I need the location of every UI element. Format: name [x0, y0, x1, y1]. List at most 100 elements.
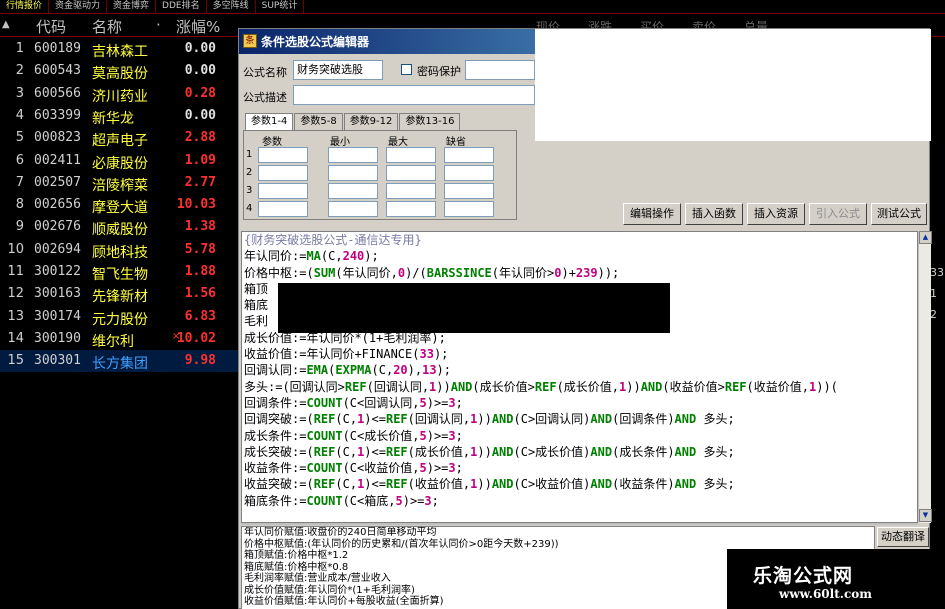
- stock-row[interactable]: 1 600189 吉林森工 0.00: [0, 38, 240, 60]
- watermark-title: 乐淘公式网: [753, 565, 854, 587]
- code-token: AND: [590, 477, 613, 492]
- code-line: 回调条件:=COUNT(C<回调认同,5)>=3;: [242, 395, 917, 411]
- param-name-input[interactable]: [258, 183, 308, 199]
- code-token: AND: [450, 379, 473, 394]
- param-min-input[interactable]: [328, 183, 378, 199]
- scroll-up-icon[interactable]: ▲: [919, 231, 932, 244]
- stock-row[interactable]: 10 002694 顾地科技 5.78: [0, 239, 240, 261]
- stock-row[interactable]: 15 300301 长方集团 9.98: [0, 350, 240, 373]
- stock-row[interactable]: 4 603399 新华龙 0.00: [0, 105, 240, 127]
- code-token: )<=: [364, 477, 386, 492]
- formula-name-input[interactable]: 财务突破选股: [293, 60, 383, 80]
- code-token: )/(: [405, 265, 427, 280]
- tab-long-short[interactable]: 多空阵线: [207, 0, 256, 13]
- stock-row[interactable]: 7 002507 涪陵榨菜 2.77: [0, 172, 240, 194]
- site-watermark: 乐淘公式网 www.60lt.com: [727, 549, 945, 609]
- stock-row[interactable]: 5 000823 超声电子 2.88: [0, 127, 240, 149]
- param-max-input[interactable]: [386, 147, 436, 163]
- code-token: SUM: [313, 265, 336, 280]
- window-titlebar[interactable]: 条 条件选股公式编辑器: [239, 29, 535, 54]
- header-change-pct[interactable]: 涨幅%: [176, 16, 220, 37]
- code-token: )): [477, 444, 492, 459]
- stock-row[interactable]: 8 002656 摩登大道 10.03: [0, 194, 240, 216]
- stock-code: 000823: [34, 130, 81, 146]
- window-overflow-area: [535, 29, 931, 141]
- code-token: REF: [313, 412, 336, 427]
- scroll-down-icon[interactable]: ▼: [919, 509, 932, 522]
- code-token: ;: [455, 395, 463, 410]
- param-min-input[interactable]: [328, 201, 378, 217]
- stock-row[interactable]: 12 300163 先锋新材 1.56: [0, 283, 240, 305]
- param-row-num: 4: [246, 203, 253, 214]
- window-title: 条件选股公式编辑器: [261, 35, 370, 49]
- code-token: )>=: [426, 461, 449, 476]
- tab-params-1-4[interactable]: 参数1-4: [245, 113, 294, 130]
- stock-name: 莫高股份: [92, 66, 148, 83]
- dynamic-translate-button[interactable]: 动态翻译: [877, 527, 929, 547]
- stock-code: 002411: [34, 152, 81, 168]
- param-default-input[interactable]: [444, 147, 494, 163]
- code-token: AND: [674, 412, 697, 427]
- tab-params-5-8[interactable]: 参数5-8: [294, 113, 343, 130]
- param-default-input[interactable]: [444, 201, 494, 217]
- stock-name: 先锋新材: [92, 289, 148, 306]
- sort-arrow-icon[interactable]: ▲: [2, 19, 10, 30]
- password-input[interactable]: [465, 60, 535, 80]
- param-default-input[interactable]: [444, 183, 494, 199]
- code-token: (C<回调认同,: [342, 395, 420, 410]
- header-code[interactable]: 代码: [36, 16, 66, 37]
- stock-row[interactable]: 13 300174 元力股份 6.83: [0, 306, 240, 328]
- param-name-input[interactable]: [258, 201, 308, 217]
- stock-change-pct: 1.56: [184, 286, 216, 302]
- insert-resource-button[interactable]: 插入资源: [747, 203, 805, 225]
- tab-fund-game[interactable]: 资金博弈: [107, 0, 157, 13]
- formula-code-editor[interactable]: {财务突破选股公式-通信达专用} 年认同价:=MA(C,240); 价格中枢:=(…: [241, 231, 918, 523]
- code-line: 箱底条件:=COUNT(C<箱底,5)>=3;: [242, 493, 917, 509]
- param-min-input[interactable]: [328, 147, 378, 163]
- insert-function-button[interactable]: 插入函数: [685, 203, 743, 225]
- param-max-input[interactable]: [386, 201, 436, 217]
- stock-code: 600566: [34, 85, 81, 101]
- row-index: 9: [15, 219, 24, 235]
- tab-params-13-16[interactable]: 参数13-16: [399, 113, 461, 130]
- test-formula-button[interactable]: 测试公式: [871, 203, 927, 225]
- stock-row[interactable]: 11 300122 智飞生物 1.88: [0, 261, 240, 283]
- param-name-input[interactable]: [258, 165, 308, 181]
- tab-dde-rank[interactable]: DDE排名: [156, 0, 207, 13]
- tab-quote[interactable]: 行情报价: [0, 0, 50, 13]
- import-formula-button[interactable]: 引入公式: [809, 203, 867, 225]
- stock-row[interactable]: 9 002676 顺威股份 1.38: [0, 216, 240, 238]
- stock-code: 002676: [34, 219, 81, 235]
- code-token: (C,: [371, 363, 394, 378]
- code-token: AND: [491, 444, 514, 459]
- stock-name: 必康股份: [92, 155, 148, 172]
- param-name-input[interactable]: [258, 147, 308, 163]
- param-max-input[interactable]: [386, 183, 436, 199]
- stock-row[interactable]: 2 600543 莫高股份 0.00: [0, 60, 240, 82]
- stock-row[interactable]: 6 002411 必康股份 1.09: [0, 150, 240, 172]
- code-token: REF: [385, 477, 408, 492]
- code-comment: {财务突破选股公式-通信达专用}: [244, 233, 422, 247]
- formula-desc-input[interactable]: [293, 85, 535, 105]
- password-checkbox[interactable]: [401, 64, 412, 75]
- header-name[interactable]: 名称: [92, 16, 122, 37]
- code-vertical-scrollbar[interactable]: ▲ ▼: [918, 231, 932, 523]
- stock-row[interactable]: 14 300190 维尔利 10.02 ×: [0, 328, 240, 350]
- edit-ops-button[interactable]: 编辑操作: [623, 203, 681, 225]
- tab-fund-force[interactable]: 资金驱动力: [49, 0, 108, 13]
- code-horizontal-scrollbar[interactable]: [241, 523, 918, 525]
- code-token: AND: [674, 477, 697, 492]
- code-token: (回调认同,: [366, 379, 430, 394]
- stock-code: 300301: [34, 353, 81, 369]
- code-token: 成长突破:=(: [244, 444, 314, 459]
- param-min-input[interactable]: [328, 165, 378, 181]
- tab-params-9-12[interactable]: 参数9-12: [343, 113, 399, 130]
- stock-row[interactable]: 3 600566 济川药业 0.28: [0, 83, 240, 105]
- code-token: (收益价值>: [662, 379, 725, 394]
- header-dot: ·: [156, 16, 161, 34]
- param-max-input[interactable]: [386, 165, 436, 181]
- code-token: (C,: [335, 477, 358, 492]
- tab-sup-stats[interactable]: SUP统计: [256, 0, 305, 13]
- stock-name: 长方集团: [92, 356, 148, 373]
- param-default-input[interactable]: [444, 165, 494, 181]
